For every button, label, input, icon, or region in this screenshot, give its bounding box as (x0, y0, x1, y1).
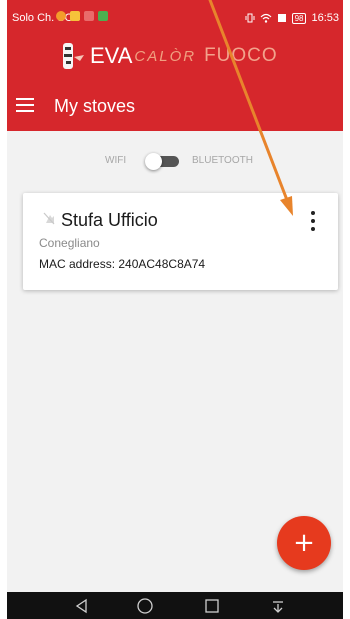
add-stove-button[interactable]: + (277, 516, 331, 570)
bluetooth-label: BLUETOOTH (192, 155, 253, 166)
notification-icons (56, 11, 108, 21)
back-icon[interactable] (73, 597, 91, 615)
calendar-notification-icon (84, 11, 94, 21)
vibrate-icon (245, 13, 255, 23)
mail-notification-icon (70, 11, 80, 21)
brand-logo: EVA CALÒR FUOCO (56, 40, 278, 72)
page-title: My stoves (54, 96, 136, 116)
app-header: Solo Ch. SOS 98 16:53 EVA CALÒR FUOCO My… (7, 0, 343, 131)
recents-icon[interactable] (203, 597, 221, 615)
connection-switch[interactable] (145, 153, 179, 170)
connection-toggle-row: WIFI BLUETOOTH (7, 151, 343, 171)
battery-icon: 98 (291, 12, 307, 24)
brand-fuoco: FUOCO (204, 45, 278, 66)
status-bar: Solo Ch. SOS 98 16:53 (7, 0, 343, 24)
stove-off-icon (43, 212, 55, 225)
app-notification-icon (56, 11, 66, 21)
notifications-down-icon[interactable] (269, 597, 287, 615)
brand-eva: EVA (90, 43, 133, 68)
switch-thumb (145, 153, 162, 170)
stove-name: Stufa Ufficio (61, 210, 158, 230)
menu-icon[interactable] (16, 98, 34, 112)
status-time: 16:53 (311, 12, 339, 24)
wifi-label: WIFI (105, 155, 127, 166)
wifi-icon (260, 13, 271, 23)
logo-figure-icon (63, 43, 84, 69)
toolbar: My stoves (7, 84, 343, 128)
home-icon[interactable] (136, 597, 154, 615)
navigation-bar (7, 592, 343, 619)
stove-city: Conegliano (39, 236, 100, 250)
stove-mac: MAC address: 240AC48C8A74 (39, 257, 206, 271)
app-screen: Solo Ch. SOS 98 16:53 EVA CALÒR FUOCO My… (7, 0, 343, 619)
more-vert-icon[interactable] (307, 211, 319, 235)
brand-calor: CALÒR (134, 47, 197, 65)
store-notification-icon (98, 11, 108, 21)
sim-icon (277, 14, 286, 22)
status-right: 98 16:53 (245, 12, 339, 24)
stove-card[interactable]: Stufa Ufficio Conegliano MAC address: 24… (23, 193, 338, 290)
